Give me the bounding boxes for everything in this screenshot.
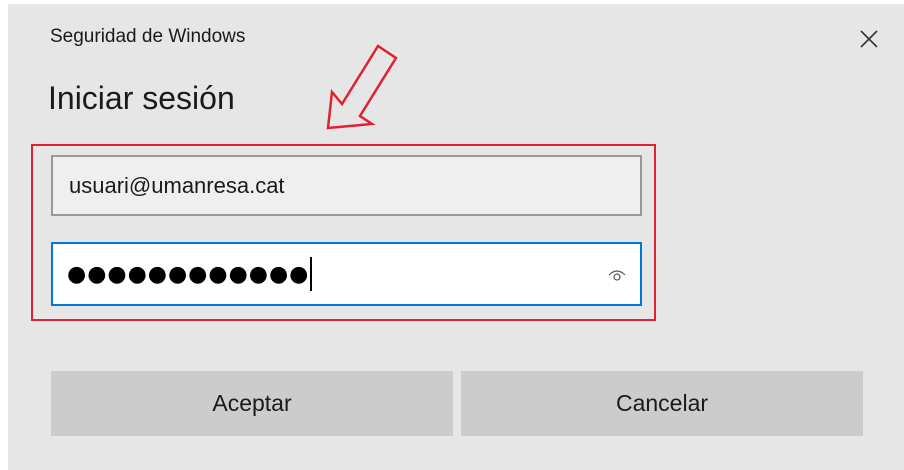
- cancel-button[interactable]: Cancelar: [461, 371, 863, 436]
- eye-icon: [608, 270, 626, 281]
- dialog-app-title: Seguridad de Windows: [50, 26, 246, 47]
- security-dialog: Seguridad de Windows Iniciar sesión usua…: [8, 4, 904, 470]
- username-value: usuari@umanresa.cat: [69, 172, 285, 198]
- text-caret: [310, 257, 313, 291]
- password-field[interactable]: ●●●●●●●●●●●●: [51, 242, 642, 306]
- password-mask: ●●●●●●●●●●●●: [67, 261, 310, 287]
- reveal-password-button[interactable]: [608, 264, 626, 282]
- close-button[interactable]: [854, 24, 884, 54]
- close-icon: [860, 30, 878, 48]
- page-title: Iniciar sesión: [48, 80, 235, 116]
- accept-button[interactable]: Aceptar: [51, 371, 453, 436]
- arrow-annotation: [324, 40, 404, 141]
- username-field[interactable]: usuari@umanresa.cat: [51, 155, 642, 216]
